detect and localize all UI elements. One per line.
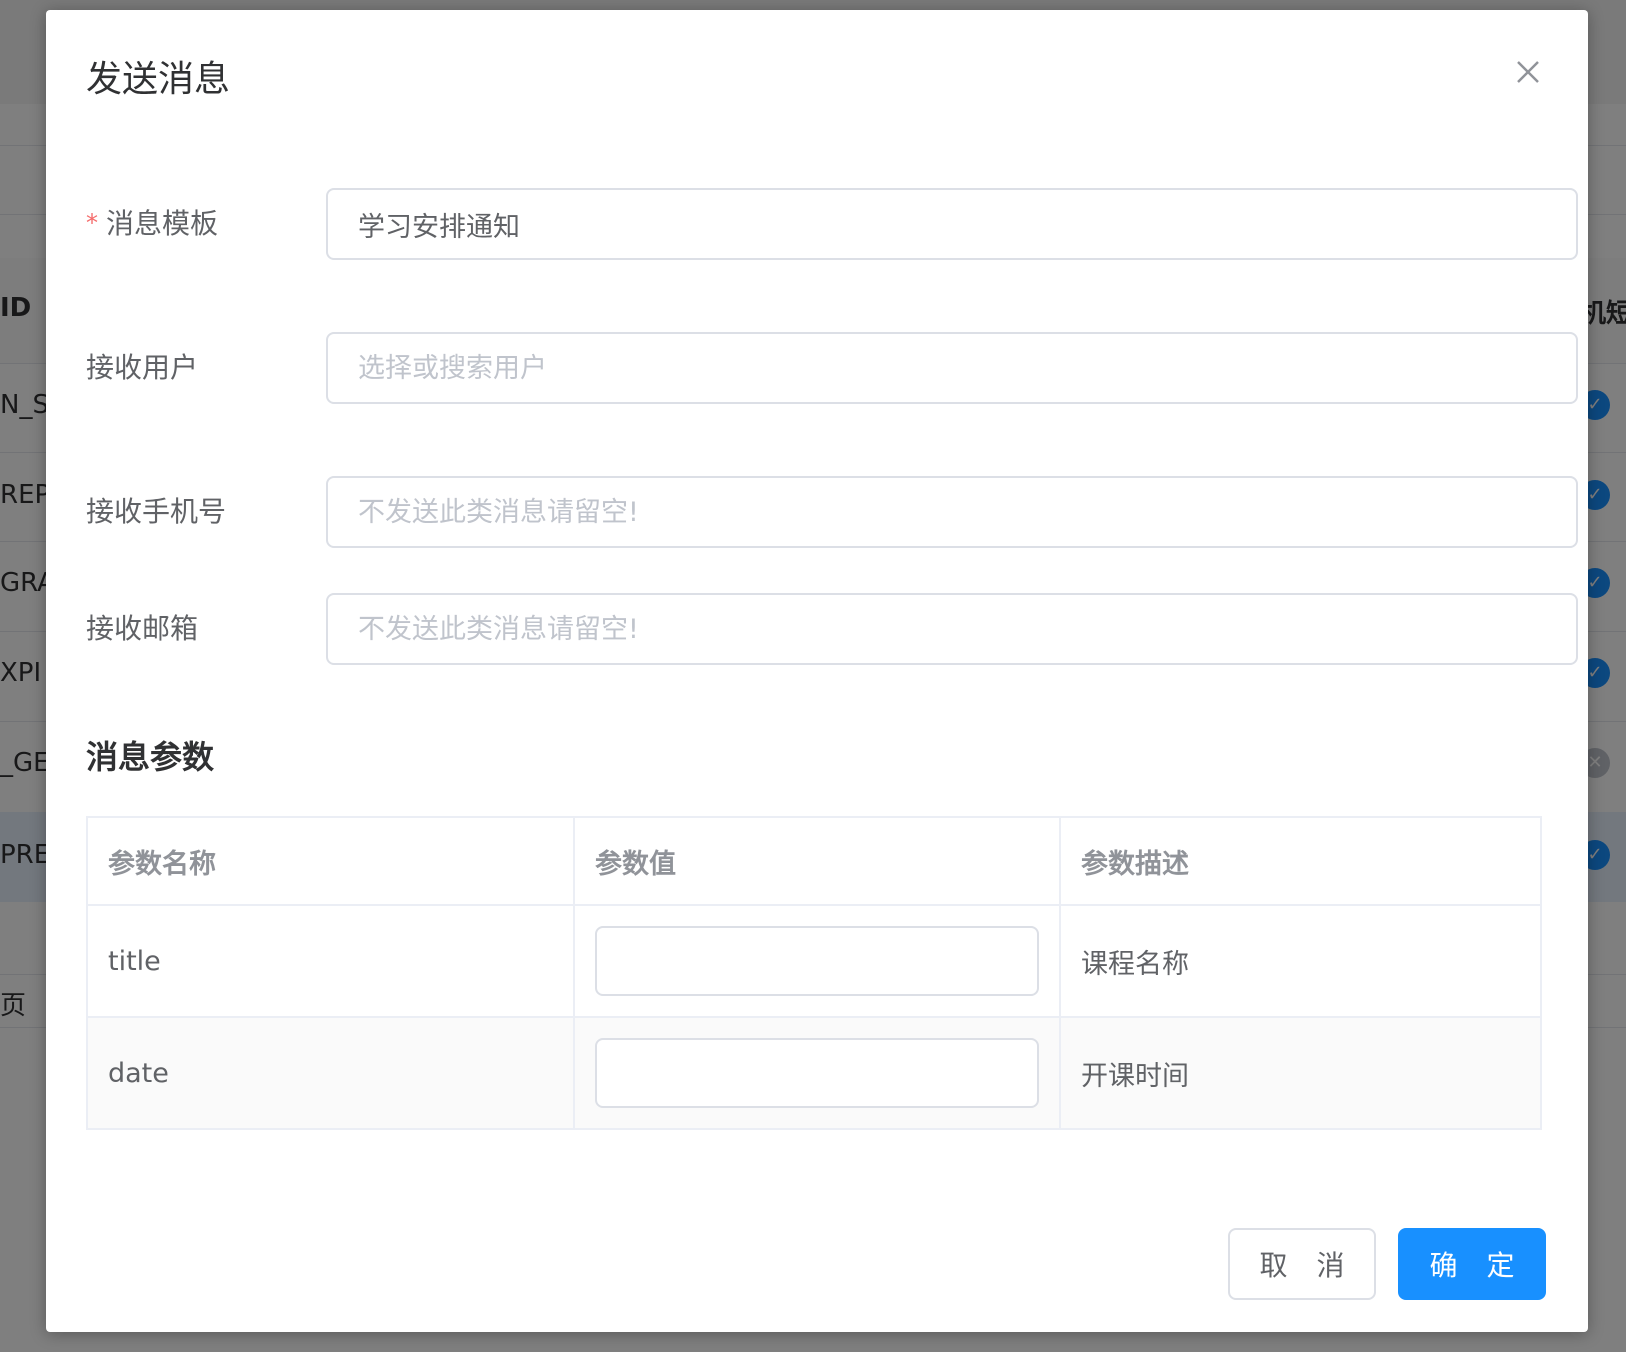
param-desc-cell: 课程名称 <box>1059 904 1542 1018</box>
cancel-button[interactable]: 取 消 <box>1228 1228 1376 1300</box>
dialog-title: 发送消息 <box>86 59 231 100</box>
param-name-cell: date <box>86 1016 575 1130</box>
receive-phone-label: 接收手机号 <box>86 495 227 528</box>
receive-user-select[interactable] <box>326 332 1578 404</box>
table-header-row: 参数名称 参数值 参数描述 <box>86 816 1542 906</box>
table-row: title 课程名称 <box>86 904 1542 1018</box>
param-value-cell <box>573 904 1061 1018</box>
template-label-text: 消息模板 <box>106 207 219 240</box>
param-value-input[interactable] <box>595 926 1039 996</box>
params-section-title: 消息参数 <box>86 738 215 776</box>
form-row-email: 接收邮箱 <box>86 593 1578 665</box>
param-name-cell: title <box>86 904 575 1018</box>
receive-email-input[interactable] <box>326 593 1578 665</box>
receive-email-label: 接收邮箱 <box>86 612 199 645</box>
col-param-value: 参数值 <box>573 816 1061 906</box>
close-icon <box>1517 61 1539 83</box>
receive-user-label: 接收用户 <box>86 351 199 384</box>
send-message-dialog: 发送消息 * 消息模板 接收用户 接收手机号 接收邮箱 消息参数 参数名称 参数值… <box>46 10 1588 1332</box>
required-mark: * <box>86 209 98 237</box>
template-input[interactable] <box>326 188 1578 260</box>
receive-phone-input[interactable] <box>326 476 1578 548</box>
close-button[interactable] <box>1508 52 1548 92</box>
confirm-button[interactable]: 确 定 <box>1398 1228 1546 1300</box>
param-desc-cell: 开课时间 <box>1059 1016 1542 1130</box>
form-row-phone: 接收手机号 <box>86 476 1578 548</box>
params-table: 参数名称 参数值 参数描述 title 课程名称 date 开课时间 <box>86 816 1542 1130</box>
col-param-desc: 参数描述 <box>1059 816 1542 906</box>
table-row: date 开课时间 <box>86 1016 1542 1130</box>
param-value-input[interactable] <box>595 1038 1039 1108</box>
form-row-template: * 消息模板 <box>86 188 1578 260</box>
param-value-cell <box>573 1016 1061 1130</box>
col-param-name: 参数名称 <box>86 816 575 906</box>
template-label: * 消息模板 <box>86 188 218 260</box>
form-row-user: 接收用户 <box>86 332 1578 404</box>
